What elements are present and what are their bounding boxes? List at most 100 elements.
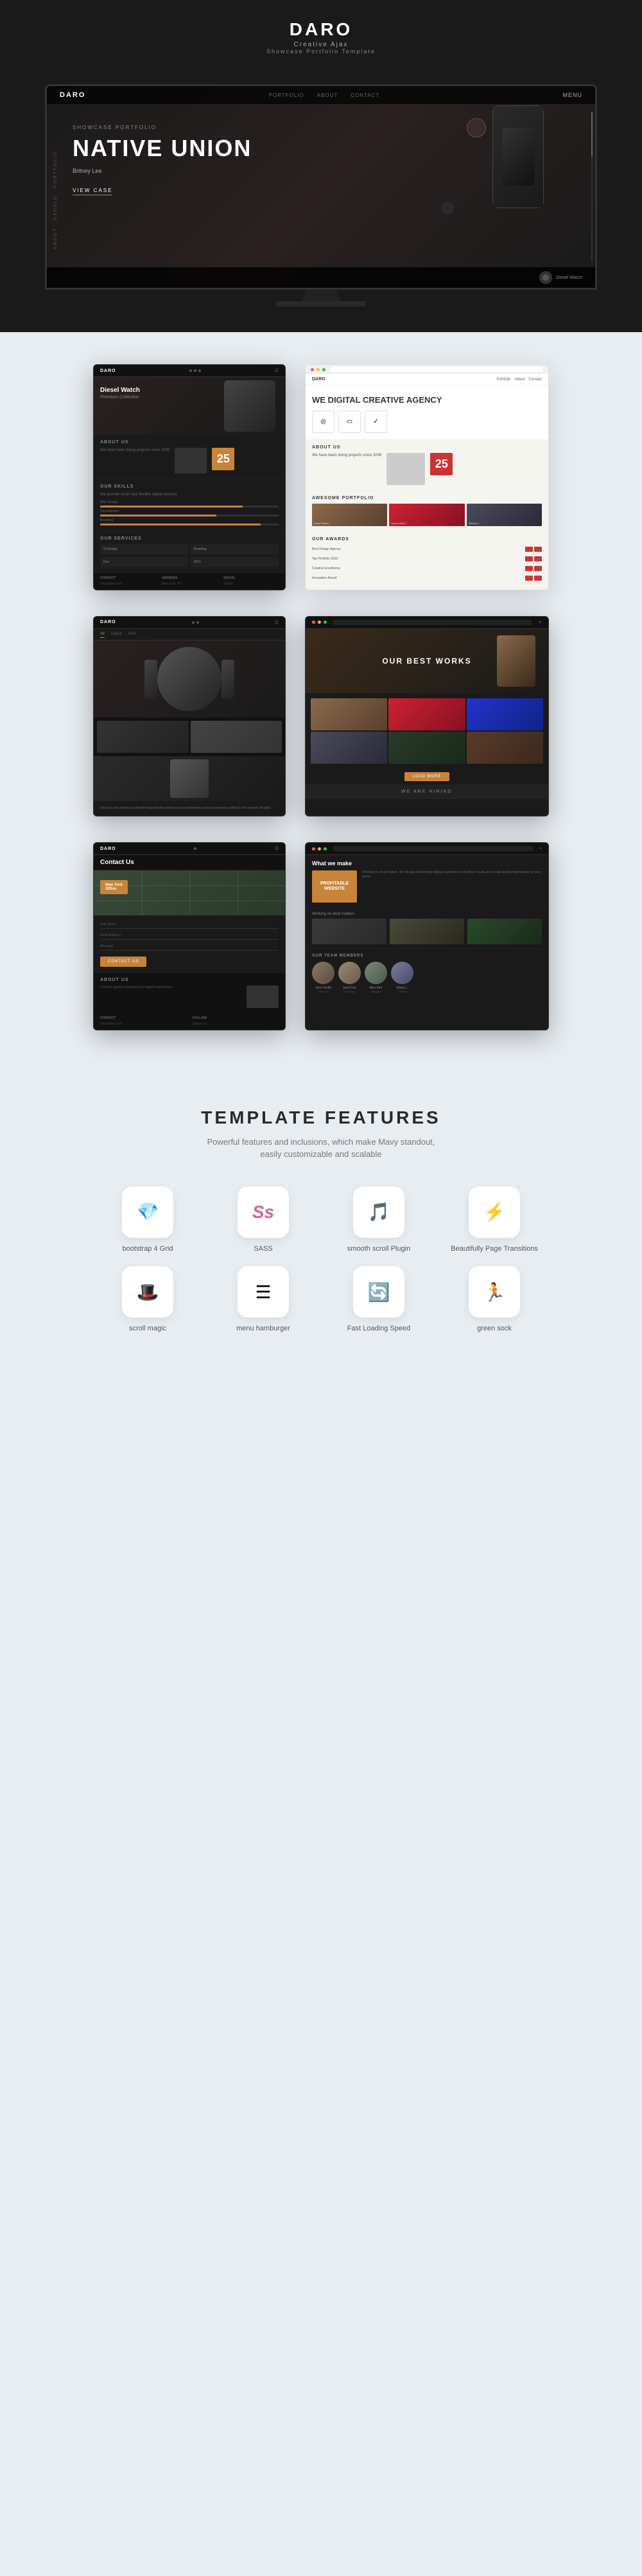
map-grid: [94, 870, 285, 915]
contact-map: New YorkOffice: [94, 870, 285, 915]
work-item-4: [311, 732, 387, 764]
team-avatar-2: [338, 962, 361, 984]
logo-tagline1: Creative Ajax: [13, 41, 629, 48]
footer-title-2: ADDRESS: [162, 576, 217, 580]
mk-hero-sub-1: Premium Collection: [100, 395, 140, 400]
mockup-contact: DARO ☰ Contact Us New YorkOffice: [93, 842, 286, 1030]
scroll-magic-icon: 🎩: [137, 1282, 159, 1303]
team-avatar-3: [365, 962, 387, 984]
monitor-subline: Britney Lee: [73, 168, 252, 174]
mockup-product: DARO ☰ All Digital Print: [93, 616, 286, 817]
working-section: Working on what matters: [306, 908, 548, 949]
footer4-text-2: @daro.co: [193, 1022, 279, 1027]
skills-section-1: OUR SKILLS We provide smart and flexible…: [94, 479, 285, 531]
tab-digital[interactable]: Digital: [111, 632, 122, 638]
agency-icon-2: ▭: [338, 410, 361, 433]
award-row-4: Innovation Award: [312, 574, 542, 583]
tab-print[interactable]: Print: [128, 632, 135, 638]
award-row-1: Best Design Agency: [312, 545, 542, 554]
about-footer-text: Creative agency specializing in digital …: [100, 985, 243, 1008]
skill-fill-1: [100, 506, 243, 507]
feature-greensock: 🏃 green sock: [443, 1266, 546, 1333]
feature-label-transitions: Beautifully Page Transitions: [451, 1244, 538, 1253]
services-grid-1: UI Design Branding Dev SEO: [100, 544, 279, 567]
team-member-1: John Smith Designer: [312, 962, 334, 993]
number-badge-1: 25: [212, 448, 234, 470]
feature-bootstrap: 💎 bootstrap 4 Grid: [96, 1187, 199, 1253]
product-grid-1: [97, 721, 189, 753]
dot-g-works: [324, 621, 327, 624]
content-section: DARO ☰ Diesel Watch Premium Collection A…: [0, 332, 642, 1075]
award-bar-5: [525, 566, 533, 571]
logo-tagline2: Showcase Portfolio Template: [13, 48, 629, 55]
skill-text-3: Branding: [100, 518, 279, 522]
what-desc: Working on what matters. We design and d…: [362, 870, 542, 879]
feature-sass: Ss SASS: [212, 1187, 315, 1253]
team-role-2: Developer: [338, 990, 361, 993]
work-item-5: [388, 732, 465, 764]
headphone-arm-r: [221, 660, 234, 698]
working-img-3: [467, 919, 542, 944]
feature-icon-bootstrap: 💎: [122, 1187, 173, 1238]
mockup-works: ✕ OUR BEST WORKS LOAD MORE WE ARE HIR: [305, 616, 549, 817]
mockups-row-3: DARO ☰ Contact Us New YorkOffice: [39, 842, 603, 1030]
portfolio-item-1: Diesel Watch: [312, 504, 387, 526]
award-bar-3: [525, 556, 533, 561]
working-img-2: [390, 919, 464, 944]
award-text-1: Best Design Agency: [312, 547, 525, 551]
svc-text-1: UI Design: [103, 547, 185, 551]
monitor-cta[interactable]: VIEW CASE: [73, 188, 112, 195]
form-field-message: Message: [100, 942, 279, 951]
footer-col-1: CONTACT info@daro.com: [100, 576, 155, 587]
work-item-1: [311, 698, 387, 730]
about-text-light: We have been doing projects since 2008: [312, 453, 381, 458]
field-label-message: Message: [100, 944, 279, 948]
working-img-1: [312, 919, 386, 944]
hiring-text: WE ARE HIRING: [312, 790, 542, 794]
contact-header: Contact Us: [94, 855, 285, 870]
mk-dot-6: [194, 847, 196, 850]
footer-col-2: ADDRESS New York, NY: [162, 576, 217, 587]
dot-r-works: [312, 621, 315, 624]
earphone-cord: [441, 202, 454, 215]
product-detail-img: [170, 759, 209, 798]
hamburger-icon: ☰: [255, 1282, 271, 1303]
monitor-frame: DARO PORTFOLIO ABOUT CONTACT MENU PORTFO…: [45, 84, 597, 290]
works-hero-text: OUR BEST WORKS: [382, 657, 471, 666]
works-grid: [306, 693, 548, 769]
award-row-3: Creative Excellence: [312, 564, 542, 574]
load-more-btn[interactable]: LOAD MORE: [404, 772, 449, 781]
service-item-2: Branding: [191, 544, 279, 554]
mk-logo-2: DARO: [100, 620, 116, 624]
avatar-img-4: [391, 962, 413, 984]
skill-bar-1: [100, 506, 279, 507]
monitor-eyebrow: SHOWCASE PORTFOLIO: [73, 125, 252, 130]
award-bar-2: [534, 547, 542, 552]
avatar-img-3: [365, 962, 387, 984]
skill-bar-2: [100, 515, 279, 516]
footer4-title-1: CONTACT: [100, 1016, 186, 1020]
about-row-light: We have been doing projects since 2008 2…: [312, 453, 542, 485]
mk-nav-menu-2: ☰: [275, 620, 279, 625]
contact-cta-btn[interactable]: CONTACT US: [100, 957, 146, 967]
tab-all[interactable]: All: [100, 632, 105, 638]
feature-icon-sass: Ss: [238, 1187, 289, 1238]
skill-text-1: Web Design: [100, 500, 279, 504]
monitor-nav-logo: DARO: [60, 91, 85, 99]
about-section-1: ABOUT US We have been doing projects sin…: [94, 435, 285, 479]
skill-text-2: Development: [100, 509, 279, 513]
about-footer-row: Creative agency specializing in digital …: [100, 985, 279, 1008]
nav-close-a2: ≡: [539, 847, 542, 851]
skill-item-1: Web Design: [100, 500, 279, 507]
footer-title-3: SOCIAL: [223, 576, 279, 580]
product-desc-text: Discover our premium collection featurin…: [100, 806, 279, 811]
skill-fill-3: [100, 524, 261, 525]
feature-icon-scroll-magic: 🎩: [122, 1266, 173, 1318]
award-text-4: Innovation Award: [312, 576, 525, 580]
browser-dot-r: [311, 368, 314, 371]
monitor-headline: NATIVE UNION: [73, 136, 252, 161]
awards-title: OUR AWARDS: [312, 537, 542, 542]
footer4-title-2: FOLLOW: [193, 1016, 279, 1020]
scroll-thumb[interactable]: [591, 112, 593, 157]
features-grid: 💎 bootstrap 4 Grid Ss SASS 🎵 smooth scro…: [96, 1187, 546, 1334]
